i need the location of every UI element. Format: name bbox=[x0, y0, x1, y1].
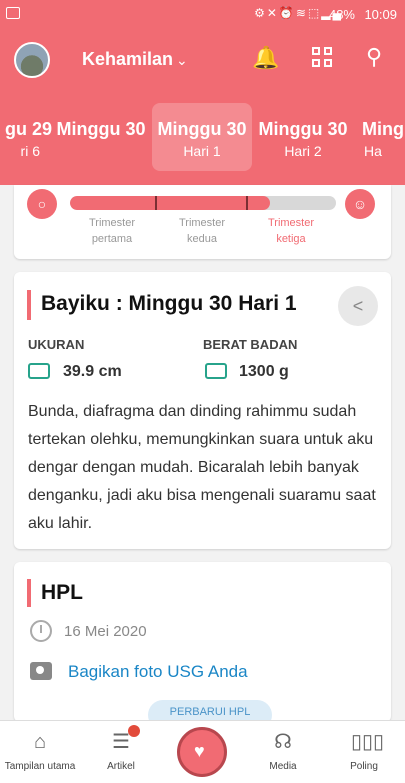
week-tab[interactable]: gu 29 ri 6 bbox=[0, 103, 58, 171]
home-icon: ⌂ bbox=[33, 731, 47, 753]
due-date: 16 Mei 2020 bbox=[64, 623, 147, 640]
week-selector: gu 29 ri 6 Minggu 30 Minggu 30 Hari 1 Mi… bbox=[0, 90, 405, 185]
day-label: ri 6 bbox=[20, 143, 40, 159]
trimester-label-second: Trimester kedua bbox=[157, 215, 247, 247]
grid-icon[interactable] bbox=[312, 47, 334, 69]
week-label: Ming bbox=[362, 119, 404, 139]
clock-time: 10:09 bbox=[364, 7, 397, 22]
trimester-label-third: Trimester ketiga bbox=[246, 215, 336, 247]
nav-poll[interactable]: ▯▯▯ Poling bbox=[324, 721, 404, 783]
weight-value: 1300 g bbox=[239, 363, 289, 380]
gallery-icon bbox=[6, 7, 20, 19]
nav-media-label: Media bbox=[269, 761, 297, 772]
trimester-label-line: ketiga bbox=[276, 233, 306, 245]
nav-poll-label: Poling bbox=[350, 761, 378, 772]
avatar[interactable] bbox=[14, 42, 50, 78]
trimester-label-first: Trimester pertama bbox=[67, 215, 157, 247]
day-label: Hari 1 bbox=[183, 143, 221, 159]
nav-articles-label: Artikel bbox=[107, 761, 135, 772]
title-accent-bar bbox=[27, 290, 31, 320]
chevron-down-icon[interactable]: ⌄ bbox=[176, 52, 188, 69]
status-bar: ⚙✕⏰≋⬚▂▄ 48% 10:09 bbox=[0, 0, 405, 30]
week-label: Minggu 30 bbox=[157, 119, 247, 139]
trimester-label-line: Trimester bbox=[178, 217, 226, 229]
headphones-icon: ☊ bbox=[274, 731, 292, 753]
share-icon[interactable]: < bbox=[338, 286, 378, 326]
day-label: Hari 2 bbox=[284, 143, 322, 159]
baby-description: Bunda, diafragma dan dinding rahimmu sud… bbox=[28, 403, 376, 532]
pregnancy-center-button[interactable] bbox=[177, 727, 227, 777]
trimester-divider bbox=[246, 196, 248, 210]
week-tab[interactable]: Minggu 30 bbox=[51, 103, 151, 171]
nav-articles[interactable]: ☰ Artikel bbox=[81, 721, 161, 783]
sperm-icon: ○ bbox=[27, 189, 57, 219]
alarm-clock-icon bbox=[30, 620, 52, 642]
nav-home[interactable]: ⌂ Tampilan utama bbox=[0, 721, 80, 783]
trimester-label-line: kedua bbox=[187, 233, 217, 245]
trimester-label-line: pertama bbox=[91, 233, 133, 245]
trimester-label-line: Trimester bbox=[88, 217, 136, 229]
ruler-icon bbox=[28, 363, 50, 379]
page-title[interactable]: Kehamilan bbox=[82, 49, 173, 70]
size-value: 39.9 cm bbox=[63, 363, 122, 380]
notification-badge bbox=[128, 725, 140, 737]
title-accent-bar bbox=[27, 579, 31, 607]
battery-level: 48% bbox=[328, 7, 355, 22]
trimester-divider bbox=[155, 196, 157, 210]
bar-chart-icon: ▯▯▯ bbox=[351, 731, 385, 753]
week-tab[interactable]: Ming Ha bbox=[354, 103, 405, 171]
share-usg-link[interactable]: Bagikan foto USG Anda bbox=[68, 662, 248, 682]
baby-face-icon: ☺ bbox=[345, 189, 375, 219]
size-label: UKURAN bbox=[28, 337, 85, 352]
add-photo-icon[interactable] bbox=[30, 662, 52, 680]
hpl-title: HPL bbox=[41, 581, 83, 604]
baby-title: Bayiku : Minggu 30 Hari 1 bbox=[41, 292, 297, 315]
trimester-progress-fill bbox=[70, 196, 270, 210]
trimester-card: ○ ☺ Trimester pertama Trimester kedua Tr… bbox=[14, 185, 391, 259]
app-bar: Kehamilan ⌄ 🔔 ⚲ bbox=[0, 30, 405, 90]
nav-media[interactable]: ☊ Media bbox=[243, 721, 323, 783]
baby-info-card: Bayiku : Minggu 30 Hari 1 < UKURAN 39.9 … bbox=[14, 272, 391, 549]
search-icon[interactable]: ⚲ bbox=[366, 44, 382, 70]
day-label: Ha bbox=[364, 143, 382, 159]
week-tab[interactable]: Minggu 30 Hari 2 bbox=[253, 103, 353, 171]
scale-icon bbox=[205, 363, 227, 379]
week-label: Minggu 30 bbox=[258, 119, 348, 139]
bell-icon[interactable]: 🔔 bbox=[252, 45, 279, 71]
nav-home-label: Tampilan utama bbox=[4, 761, 76, 772]
week-tab-active[interactable]: Minggu 30 Hari 1 bbox=[152, 103, 252, 171]
trimester-progress bbox=[70, 196, 336, 210]
week-label: Minggu 30 bbox=[56, 119, 146, 139]
trimester-label-line: Trimester bbox=[267, 217, 315, 229]
hpl-card: HPL 16 Mei 2020 Bagikan foto USG Anda PE… bbox=[14, 562, 391, 730]
week-label: gu 29 bbox=[4, 119, 52, 139]
weight-label: BERAT BADAN bbox=[203, 337, 298, 352]
